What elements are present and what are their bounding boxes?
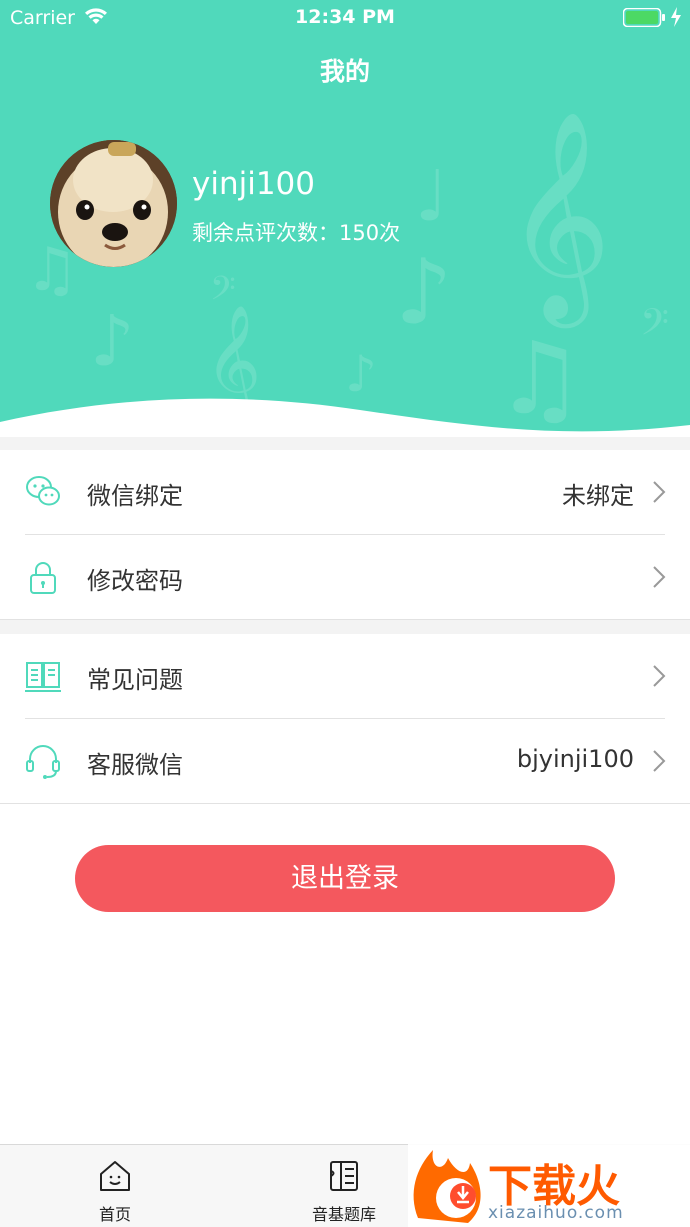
charging-icon xyxy=(671,7,681,27)
wechat-bind-status: 未绑定 xyxy=(562,482,634,510)
lock-icon xyxy=(30,562,56,594)
tab-question-bank-label: 音基题库 xyxy=(311,1205,376,1224)
watermark-url: xiazaihuo.com xyxy=(488,1203,624,1223)
remaining-reviews: 剩余点评次数：150次 xyxy=(192,221,401,245)
chevron-right-icon xyxy=(653,750,666,772)
wechat-bind-row[interactable]: 微信绑定 未绑定 xyxy=(0,450,690,534)
faq-label: 常见问题 xyxy=(87,666,183,694)
music-note-decoration: ♪ xyxy=(395,240,453,345)
tab-home-label: 首页 xyxy=(98,1205,131,1224)
tab-question-bank[interactable]: 音基题库 xyxy=(274,1145,414,1227)
chevron-right-icon xyxy=(653,665,666,687)
music-note-decoration: ♩ xyxy=(415,155,449,237)
service-wechat-id: bjyinji100 xyxy=(516,745,634,773)
logout-button[interactable]: 退出登录 xyxy=(75,845,615,912)
section-divider xyxy=(0,803,690,804)
faq-row[interactable]: 常见问题 xyxy=(0,634,690,718)
page-title: 我的 xyxy=(319,57,370,86)
chevron-right-icon xyxy=(653,481,666,503)
music-note-decoration: ♪ xyxy=(90,300,135,382)
clock-label: 12:34 PM xyxy=(295,6,395,28)
book-icon xyxy=(25,662,61,692)
headset-icon xyxy=(26,745,60,779)
music-note-decoration: 𝄞 xyxy=(505,110,612,319)
question-bank-icon xyxy=(330,1161,358,1191)
dog-avatar-image xyxy=(50,140,177,267)
avatar[interactable] xyxy=(50,140,177,267)
music-note-decoration: 𝄢 xyxy=(210,270,236,316)
music-note-decoration: 𝄢 xyxy=(640,300,669,353)
home-icon xyxy=(100,1161,130,1191)
status-bar: Carrier 12:34 PM xyxy=(0,0,690,36)
battery-icon xyxy=(623,8,665,27)
section-gap xyxy=(0,620,690,634)
change-password-label: 修改密码 xyxy=(87,567,183,595)
service-wechat-row[interactable]: 客服微信 bjyinji100 xyxy=(0,719,690,803)
service-wechat-label: 客服微信 xyxy=(87,751,183,779)
username: yinji100 xyxy=(192,166,316,202)
wechat-bind-label: 微信绑定 xyxy=(87,482,183,510)
section-gap xyxy=(0,437,690,450)
tab-home[interactable]: 首页 xyxy=(45,1145,185,1227)
wechat-icon xyxy=(26,476,60,506)
chevron-right-icon xyxy=(653,566,666,588)
change-password-row[interactable]: 修改密码 xyxy=(0,535,690,619)
